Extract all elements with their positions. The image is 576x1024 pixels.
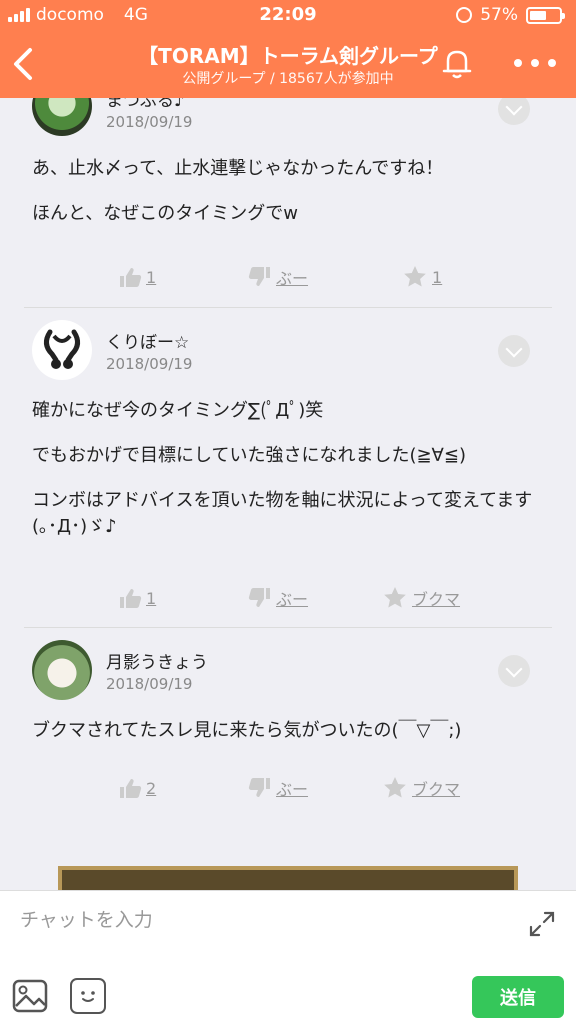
- like-count: 2: [146, 778, 157, 798]
- bookmark-label: ブクマ: [412, 590, 461, 609]
- status-bar: docomo 4G 22:09 57%: [0, 0, 576, 30]
- post-body: 確かになぜ今のタイミング∑(ﾟДﾟ)笑 でもおかげで目標にしていた強さになれまし…: [32, 398, 542, 559]
- author-name[interactable]: くりぼー☆: [106, 328, 189, 353]
- boo-button[interactable]: ぶー: [248, 773, 308, 803]
- star-icon: [384, 777, 406, 798]
- chevron-down-icon[interactable]: [498, 335, 530, 367]
- bookmark-label: 1: [432, 267, 443, 287]
- post-item: 月影うきょう 2018/09/19 ブクマされてたスレ見に来たら気がついたの(￣…: [0, 628, 576, 828]
- thumbs-up-icon: [120, 779, 142, 798]
- bookmark-button[interactable]: 1: [402, 262, 442, 292]
- thumbs-down-icon: [248, 778, 270, 797]
- post-body: ブクマされてたスレ見に来たら気がついたの(￣▽￣;): [32, 718, 542, 763]
- sticker-icon[interactable]: [70, 978, 106, 1014]
- bookmark-button[interactable]: ブクマ: [382, 583, 460, 613]
- boo-label: ぶー: [276, 780, 309, 799]
- battery-percent: 57%: [480, 5, 518, 25]
- post-line: コンボはアドバイスを頂いた物を軸に状況によって変えてます(｡･Д･)ゞ♪: [32, 490, 533, 537]
- bookmark-button[interactable]: ブクマ: [382, 773, 460, 803]
- expand-icon[interactable]: [528, 910, 556, 938]
- like-button[interactable]: 2: [118, 773, 156, 803]
- post-actions: 1 ぶー 1: [0, 262, 576, 292]
- post-line: ブクマされてたスレ見に来たら気がついたの(￣▽￣;): [32, 720, 462, 741]
- star-icon: [384, 587, 406, 608]
- post-date: 2018/09/19: [106, 113, 193, 131]
- post-item: くりぼー☆ 2018/09/19 確かになぜ今のタイミング∑(ﾟДﾟ)笑 でもお…: [0, 308, 576, 628]
- post-actions: 2 ぶー ブクマ: [0, 773, 576, 803]
- send-button[interactable]: 送信: [472, 976, 564, 1018]
- post-actions: 1 ぶー ブクマ: [0, 583, 576, 613]
- thumbs-down-icon: [248, 588, 270, 607]
- back-button[interactable]: [10, 42, 40, 86]
- post-date: 2018/09/19: [106, 355, 193, 373]
- post-body: あ、止水〆って、止水連撃じゃなかったんですね！ ほんと、なぜこのタイミングでw: [32, 156, 542, 246]
- thumbs-up-icon: [120, 589, 142, 608]
- more-menu-button[interactable]: [510, 50, 560, 76]
- boo-button[interactable]: ぶー: [248, 583, 308, 613]
- post-item: まつぶる♪ 2018/09/19 あ、止水〆って、止水連撃じゃなかったんですね！…: [0, 76, 576, 308]
- avatar[interactable]: [32, 640, 92, 700]
- post-line: ほんと、なぜこのタイミングでw: [32, 203, 299, 224]
- post-line: 確かになぜ今のタイミング∑(ﾟДﾟ)笑: [32, 400, 324, 421]
- group-subtitle: 公開グループ / 18567人が参加中: [182, 71, 394, 87]
- group-title: 【TORAM】トーラム剣グループ: [138, 44, 438, 68]
- chat-input[interactable]: チャットを入力: [20, 905, 510, 939]
- battery-icon: [526, 6, 565, 24]
- thumbs-down-icon: [248, 267, 270, 286]
- boo-button[interactable]: ぶー: [248, 262, 308, 292]
- bookmark-label: ブクマ: [412, 780, 461, 799]
- boo-label: ぶー: [276, 269, 309, 288]
- chevron-down-icon[interactable]: [498, 655, 530, 687]
- bell-icon[interactable]: [438, 44, 476, 82]
- thumbs-up-icon: [120, 268, 142, 287]
- image-icon[interactable]: [12, 978, 48, 1014]
- author-name[interactable]: 月影うきょう: [106, 648, 208, 673]
- star-icon: [404, 266, 426, 287]
- like-count: 1: [146, 588, 157, 608]
- post-line: あ、止水〆って、止水連撃じゃなかったんですね！: [32, 158, 444, 179]
- like-button[interactable]: 1: [118, 262, 156, 292]
- app-header: docomo 4G 22:09 57% 【TORAM】トーラム剣グループ 公開グ…: [0, 0, 576, 98]
- rotation-lock-icon: [456, 7, 473, 23]
- boo-label: ぶー: [276, 590, 309, 609]
- post-line: でもおかげで目標にしていた強さになれました(≧∀≦): [32, 445, 466, 466]
- like-count: 1: [146, 267, 157, 287]
- post-date: 2018/09/19: [106, 675, 193, 693]
- avatar[interactable]: [32, 320, 92, 380]
- like-button[interactable]: 1: [118, 583, 156, 613]
